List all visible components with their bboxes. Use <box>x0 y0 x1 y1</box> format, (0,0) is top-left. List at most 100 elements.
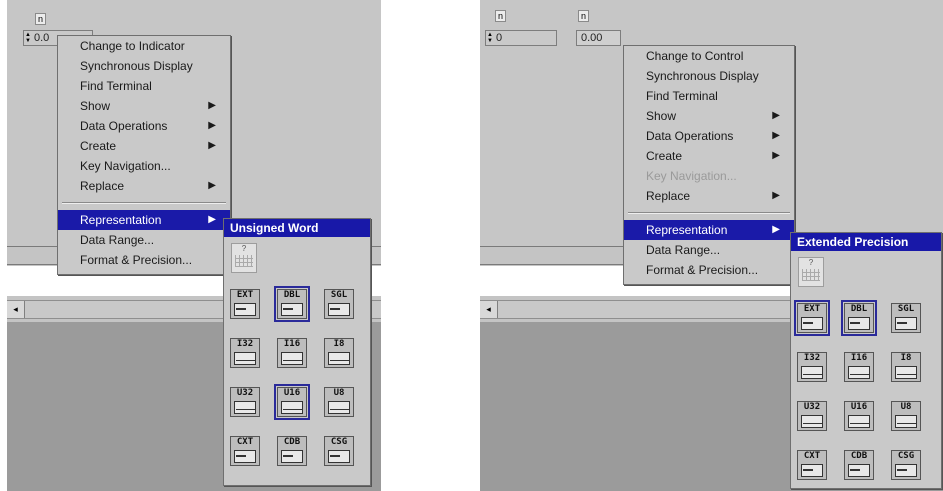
type-tile-csg[interactable]: CSG <box>891 450 921 480</box>
type-tile-dbl[interactable]: DBL <box>841 300 877 336</box>
type-tile-i16[interactable]: I16 <box>844 352 874 382</box>
type-tile-i16[interactable]: I16 <box>277 338 307 368</box>
numeric-type-icon <box>328 303 350 316</box>
type-tile-u16[interactable]: U16 <box>844 401 874 431</box>
menu-item-data-operations[interactable]: Data Operations ▶ <box>624 126 794 146</box>
type-tile-u8[interactable]: U8 <box>324 387 354 417</box>
triangle-right-icon: ▶ <box>208 100 216 111</box>
menu-item-label: Data Operations <box>646 129 734 143</box>
type-code: U32 <box>803 402 821 412</box>
menu-item-representation[interactable]: Representation ▶ <box>58 210 230 230</box>
type-tile-cxt[interactable]: CXT <box>230 436 260 466</box>
numeric-type-icon <box>234 352 256 365</box>
type-code: U16 <box>850 402 868 412</box>
menu-item-replace[interactable]: Replace ▶ <box>624 186 794 206</box>
menu-item-data-range[interactable]: Data Range... <box>624 240 794 260</box>
type-code: U8 <box>900 402 912 412</box>
menu-item-find-terminal[interactable]: Find Terminal <box>58 76 230 96</box>
type-code: EXT <box>236 290 254 300</box>
type-code: I8 <box>900 353 912 363</box>
blank-type-tile: ? <box>798 257 824 287</box>
scroll-left-arrow-icon[interactable]: ◂ <box>7 301 25 318</box>
triangle-right-icon: ▶ <box>772 110 780 121</box>
menu-item-label: Create <box>646 149 683 163</box>
type-code: EXT <box>803 304 821 314</box>
menu-separator <box>62 202 226 204</box>
triangle-right-icon: ▶ <box>772 190 780 201</box>
type-tile-sgl[interactable]: SGL <box>324 289 354 319</box>
numeric-type-icon <box>895 464 917 477</box>
menu-item-change-to-indicator[interactable]: Change to Indicator <box>58 36 230 56</box>
menu-item-key-navigation[interactable]: Key Navigation... <box>624 166 794 186</box>
type-tile-u32[interactable]: U32 <box>230 387 260 417</box>
numeric-type-icon <box>281 303 303 316</box>
numeric-indicator[interactable]: 0.00 <box>576 30 621 46</box>
menu-item-label: Synchronous Display <box>80 59 193 73</box>
blank-type-tile: ? <box>231 243 257 273</box>
menu-item-create[interactable]: Create ▶ <box>58 136 230 156</box>
incdec-icon[interactable]: ▲ ▼ <box>25 32 32 44</box>
type-code: I32 <box>236 339 254 349</box>
numeric-type-icon <box>848 415 870 428</box>
type-tile-ext[interactable]: EXT <box>230 289 260 319</box>
type-tile-i32[interactable]: I32 <box>797 352 827 382</box>
type-tile-cdb[interactable]: CDB <box>844 450 874 480</box>
menu-item-show[interactable]: Show ▶ <box>624 106 794 126</box>
menu-item-label: Change to Indicator <box>80 39 185 53</box>
type-tile-i32[interactable]: I32 <box>230 338 260 368</box>
control-label: n <box>495 10 507 22</box>
menu-item-label: Change to Control <box>646 49 744 63</box>
menu-item-create[interactable]: Create ▶ <box>624 146 794 166</box>
menu-item-label: Format & Precision... <box>646 263 759 277</box>
menu-item-label: Representation <box>80 213 162 227</box>
menu-item-data-range[interactable]: Data Range... <box>58 230 230 250</box>
menu-item-synchronous-display[interactable]: Synchronous Display <box>624 66 794 86</box>
numeric-type-icon <box>234 450 256 463</box>
blank-mark: ? <box>241 244 247 253</box>
palette-title: Extended Precision <box>791 233 941 251</box>
incdec-icon[interactable]: ▲ ▼ <box>487 32 494 44</box>
triangle-right-icon: ▶ <box>208 180 216 191</box>
menu-separator <box>628 212 790 214</box>
menu-item-replace[interactable]: Replace ▶ <box>58 176 230 196</box>
type-tile-u8[interactable]: U8 <box>891 401 921 431</box>
menu-item-data-operations[interactable]: Data Operations ▶ <box>58 116 230 136</box>
type-tile-cxt[interactable]: CXT <box>797 450 827 480</box>
menu-item-label: Replace <box>646 189 691 203</box>
representation-palette: Unsigned Word ? EXT DBL SGL I32 I16 I8 U32 U16 U… <box>223 218 371 486</box>
type-code: CDB <box>850 451 868 461</box>
numeric-value: 0.0 <box>34 32 50 44</box>
menu-item-label: Find Terminal <box>646 89 718 103</box>
type-code: CDB <box>283 437 301 447</box>
type-tile-ext[interactable]: EXT <box>794 300 830 336</box>
menu-item-change-to-control[interactable]: Change to Control <box>624 46 794 66</box>
menu-item-synchronous-display[interactable]: Synchronous Display <box>58 56 230 76</box>
type-code: DBL <box>850 304 868 314</box>
menu-item-key-navigation[interactable]: Key Navigation... <box>58 156 230 176</box>
menu-item-representation[interactable]: Representation ▶ <box>624 220 794 240</box>
type-tile-u32[interactable]: U32 <box>797 401 827 431</box>
menu-item-format-precision[interactable]: Format & Precision... <box>58 250 230 270</box>
type-code: SGL <box>897 304 915 314</box>
type-tile-i8[interactable]: I8 <box>324 338 354 368</box>
numeric-type-icon <box>801 366 823 379</box>
numeric-type-icon <box>848 317 870 330</box>
numeric-type-icon <box>234 303 256 316</box>
control-label: n <box>35 13 47 25</box>
palette-title: Unsigned Word <box>224 219 370 237</box>
scroll-left-arrow-icon[interactable]: ◂ <box>480 301 498 318</box>
numeric-type-icon <box>801 317 823 330</box>
type-code: CXT <box>236 437 254 447</box>
numeric-control[interactable]: ▲ ▼ 0 <box>485 30 557 46</box>
menu-item-format-precision[interactable]: Format & Precision... <box>624 260 794 280</box>
representation-palette: Extended Precision ? EXT DBL SGL I32 I16 I8 U3… <box>790 232 942 489</box>
type-tile-dbl[interactable]: DBL <box>274 286 310 322</box>
type-code: CXT <box>803 451 821 461</box>
type-tile-u16[interactable]: U16 <box>274 384 310 420</box>
type-tile-csg[interactable]: CSG <box>324 436 354 466</box>
menu-item-find-terminal[interactable]: Find Terminal <box>624 86 794 106</box>
menu-item-show[interactable]: Show ▶ <box>58 96 230 116</box>
type-tile-sgl[interactable]: SGL <box>891 303 921 333</box>
type-tile-cdb[interactable]: CDB <box>277 436 307 466</box>
type-tile-i8[interactable]: I8 <box>891 352 921 382</box>
